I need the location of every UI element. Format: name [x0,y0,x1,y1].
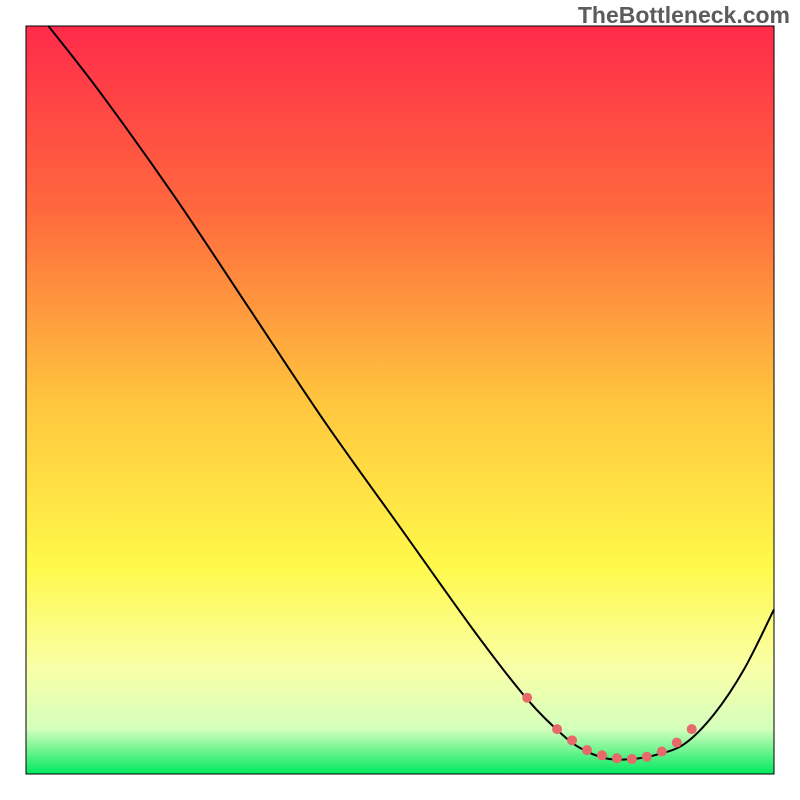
watermark-text: TheBottleneck.com [578,2,790,29]
optimal-range-markers-point [672,738,682,748]
optimal-range-markers-point [657,747,667,757]
optimal-range-markers-point [612,753,622,763]
optimal-range-markers-point [687,724,697,734]
chart-container: TheBottleneck.com [0,0,800,800]
optimal-range-markers-point [567,735,577,745]
gradient-background [26,26,774,774]
optimal-range-markers-point [642,752,652,762]
optimal-range-markers-point [522,693,532,703]
optimal-range-markers-point [582,745,592,755]
optimal-range-markers-point [627,754,637,764]
optimal-range-markers-point [552,724,562,734]
bottleneck-chart [0,0,800,800]
optimal-range-markers-point [597,750,607,760]
